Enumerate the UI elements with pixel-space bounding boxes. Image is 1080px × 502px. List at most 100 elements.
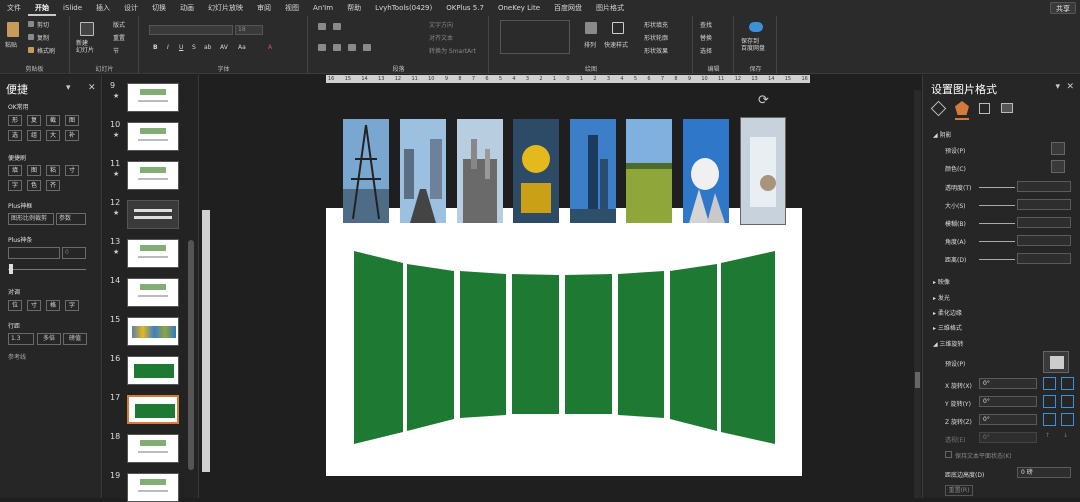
char-spacing-button[interactable]: AV <box>220 44 228 51</box>
change-case-button[interactable]: Aa <box>238 44 246 51</box>
perspective-up-icon[interactable]: ↑ <box>1045 432 1050 439</box>
new-slide-icon[interactable] <box>80 22 94 36</box>
slide-thumbnail[interactable] <box>127 200 179 229</box>
font-size-select[interactable]: 18 <box>235 25 263 35</box>
panel-close-icon[interactable]: ✕ <box>88 83 96 93</box>
save-to-cloud-button[interactable]: 保存到 百度网盘 <box>741 38 765 52</box>
keep-text-flat-checkbox[interactable] <box>945 451 952 458</box>
brush-button-2[interactable]: 粘 <box>46 165 60 176</box>
numbering-icon[interactable] <box>333 23 341 30</box>
ok-button-1[interactable]: 复 <box>27 115 41 126</box>
new-slide-button[interactable]: 新建 幻灯片 <box>76 40 94 54</box>
tab-12[interactable]: LvyhTools(0429) <box>368 0 439 16</box>
quick-styles-button[interactable]: 快速样式 <box>604 40 628 49</box>
photo-machinery[interactable] <box>513 119 559 223</box>
brush-button-1[interactable]: 图 <box>27 165 41 176</box>
y-rotation-input[interactable]: 0° <box>979 396 1037 407</box>
brush-button-5[interactable]: 色 <box>27 180 41 191</box>
frame-mode-select[interactable]: 图形比例裁剪 <box>8 213 54 225</box>
copy-button[interactable]: 复制 <box>37 33 49 42</box>
slide-thumbnail[interactable] <box>127 278 179 307</box>
angle-row-input[interactable] <box>1017 235 1071 246</box>
z-rotate-ccw-icon[interactable] <box>1043 413 1056 426</box>
plus-bar-value[interactable]: 0 <box>62 247 86 259</box>
ok-button-0[interactable]: 形 <box>8 115 22 126</box>
align-right-icon[interactable] <box>348 44 356 51</box>
ok-button-4[interactable]: 选 <box>8 130 22 141</box>
green-panel-5[interactable] <box>565 274 612 414</box>
z-rotate-cw-icon[interactable] <box>1061 413 1074 426</box>
tab-9[interactable]: 视图 <box>278 0 306 16</box>
plus-bar-input[interactable] <box>8 247 60 259</box>
photo-cooling-towers[interactable] <box>683 119 729 223</box>
green-panel-2[interactable] <box>407 264 454 431</box>
distance-ground-input[interactable]: 0 磅 <box>1017 467 1071 478</box>
green-panel-3[interactable] <box>460 271 506 418</box>
slide-thumbnail[interactable] <box>127 239 179 268</box>
tab-7[interactable]: 幻灯片放映 <box>201 0 250 16</box>
align-button-2[interactable]: 格 <box>46 300 60 311</box>
canvas-scroll-thumb[interactable] <box>915 372 920 388</box>
angle-row-slider[interactable] <box>979 241 1015 242</box>
photo-farmland[interactable] <box>626 119 672 223</box>
copy-icon[interactable] <box>28 34 34 40</box>
distance-row-input[interactable] <box>1017 253 1071 264</box>
font-family-select[interactable] <box>149 25 233 35</box>
rotate-handle-icon[interactable]: ⟳ <box>758 93 769 108</box>
smartart-button[interactable]: 转换为 SmartArt <box>429 46 476 55</box>
panel-dropdown-icon[interactable]: ▾ <box>1055 82 1060 92</box>
line-exact-button[interactable]: 磅值 <box>63 333 87 345</box>
select-button[interactable]: 选择 <box>700 46 712 55</box>
plus-bar-slider-track[interactable] <box>8 269 86 270</box>
photo-lab-selected[interactable] <box>740 117 786 225</box>
size-properties-icon[interactable] <box>979 103 990 114</box>
rotation-preset-button[interactable] <box>1043 351 1069 373</box>
guides-label[interactable]: 参考线 <box>8 352 26 361</box>
fill-line-icon[interactable] <box>930 100 947 117</box>
paste-icon[interactable] <box>7 22 19 37</box>
slide-thumbnail[interactable] <box>127 122 179 151</box>
size-row-slider[interactable] <box>979 205 1015 206</box>
text-direction-button[interactable]: 文字方向 <box>429 20 453 29</box>
x-rotate-right-icon[interactable] <box>1061 377 1074 390</box>
transparency-row-input[interactable] <box>1017 181 1071 192</box>
shape-effects-button[interactable]: 形状效果 <box>644 46 668 55</box>
strikethrough-button[interactable]: ab <box>204 44 212 51</box>
tab-11[interactable]: 帮助 <box>340 0 368 16</box>
layout-button[interactable]: 版式 <box>113 20 125 29</box>
find-button[interactable]: 查找 <box>700 20 712 29</box>
slide[interactable] <box>326 208 802 476</box>
arrange-icon[interactable] <box>585 22 597 34</box>
tab-4[interactable]: 设计 <box>117 0 145 16</box>
brush-button-0[interactable]: 填 <box>8 165 22 176</box>
cut-button[interactable]: 剪切 <box>37 20 49 29</box>
slide-thumbnail[interactable] <box>127 83 179 112</box>
brush-button-6[interactable]: 齐 <box>46 180 60 191</box>
green-panel-6[interactable] <box>618 271 664 418</box>
brush-button-4[interactable]: 字 <box>8 180 22 191</box>
tab-6[interactable]: 动画 <box>173 0 201 16</box>
green-panel-7[interactable] <box>670 264 717 431</box>
z-rotation-input[interactable]: 0° <box>979 414 1037 425</box>
transparency-row-slider[interactable] <box>979 187 1015 188</box>
shadow-text-button[interactable]: S <box>192 44 196 51</box>
replace-button[interactable]: 替换 <box>700 33 712 42</box>
tab-15[interactable]: 百度网盘 <box>547 0 589 16</box>
panel-close-icon[interactable]: ✕ <box>1066 82 1074 92</box>
glow-section[interactable]: ▸ 发光 <box>933 293 950 302</box>
photo-skyscrapers[interactable] <box>570 119 616 223</box>
reset-button[interactable]: 重置 <box>113 33 125 42</box>
ok-button-7[interactable]: 补 <box>65 130 79 141</box>
section-button[interactable]: 节 <box>113 46 119 55</box>
shadow-section[interactable]: ◢ 阴影 <box>933 130 952 139</box>
reflection-section[interactable]: ▸ 映像 <box>933 277 950 286</box>
green-panel-4[interactable] <box>512 274 559 414</box>
rotation-3d-section[interactable]: ◢ 三维旋转 <box>933 339 964 348</box>
line-multiple-button[interactable]: 多倍 <box>37 333 61 345</box>
green-panel-8[interactable] <box>721 251 775 444</box>
align-button-3[interactable]: 字 <box>65 300 79 311</box>
canvas-scrollbar[interactable] <box>914 90 921 498</box>
tab-14[interactable]: OneKey Lite <box>491 0 547 16</box>
size-row-input[interactable] <box>1017 199 1071 210</box>
picture-icon[interactable] <box>1001 103 1013 113</box>
